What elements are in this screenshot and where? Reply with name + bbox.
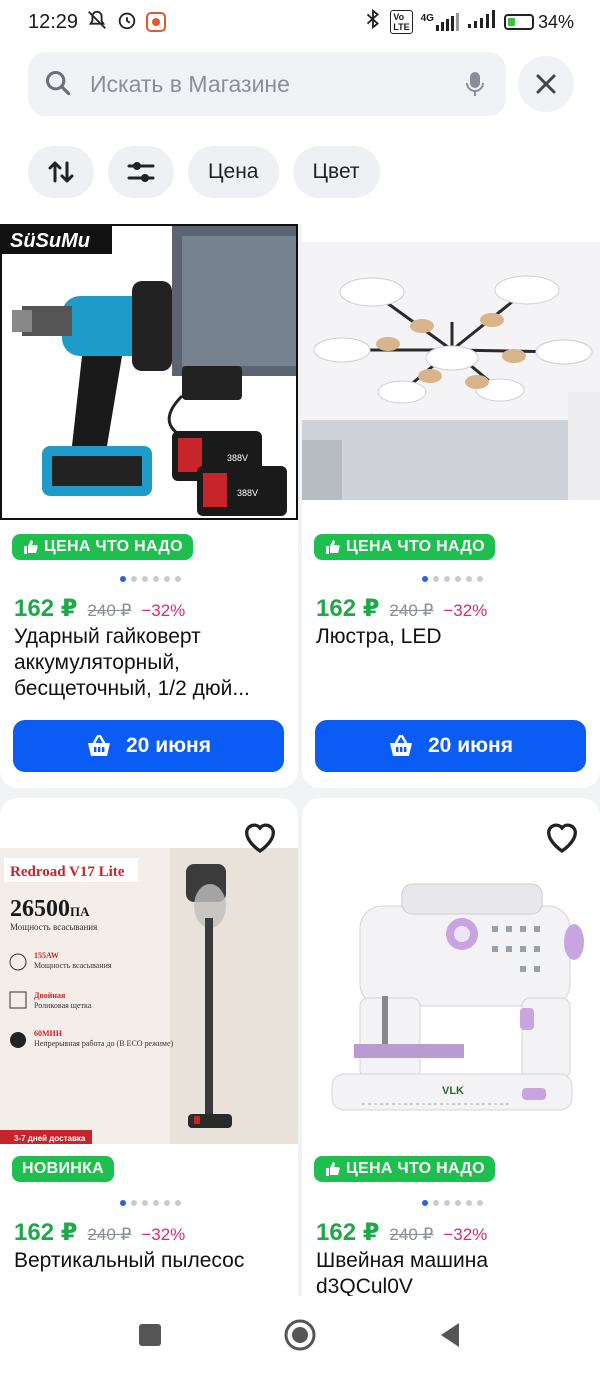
- color-filter-chip[interactable]: Цвет: [292, 146, 380, 198]
- svg-text:3-7 дней доставка: 3-7 дней доставка: [14, 1134, 86, 1143]
- svg-text:Двойная: Двойная: [34, 991, 66, 1000]
- image-pagination-dots: [422, 576, 483, 582]
- promo-badge: ЦЕНА ЧТО НАДО: [314, 534, 495, 560]
- status-time: 12:29: [28, 10, 79, 33]
- image-pagination-dots: [422, 1200, 483, 1206]
- image-pagination-dots: [120, 1200, 181, 1206]
- new-badge: НОВИНКА: [12, 1156, 115, 1182]
- product-image-chandelier[interactable]: [302, 242, 600, 500]
- sort-button[interactable]: [28, 146, 94, 198]
- discount: −32%: [443, 1225, 488, 1244]
- home-circle-icon: [284, 1319, 316, 1350]
- svg-text:155AW: 155AW: [34, 951, 59, 960]
- promo-badge: ЦЕНА ЧТО НАДО: [12, 534, 193, 560]
- product-card[interactable]: ЦЕНА ЧТО НАДО 162 ₽ 240 ₽ −32% Люстра, L…: [302, 224, 600, 788]
- square-recents-icon: [139, 1323, 161, 1346]
- product-image-vacuum[interactable]: Redroad V17 Lite 26500ПА Мощность всасыв…: [0, 848, 298, 1144]
- discount: −32%: [141, 1225, 186, 1244]
- delivery-date: 20 июня: [428, 734, 513, 757]
- discount: −32%: [443, 601, 488, 620]
- svg-text:Роликовая щетка: Роликовая щетка: [34, 1001, 92, 1010]
- thumbs-up-icon: [326, 1162, 340, 1176]
- discount: −32%: [141, 601, 186, 620]
- favorite-heart-icon[interactable]: [542, 816, 582, 856]
- alarm-icon: [116, 9, 138, 36]
- basket-icon: [88, 734, 110, 756]
- battery-indicator: 34%: [503, 11, 574, 33]
- signal-4g-icon: 4G: [421, 13, 460, 31]
- thumbs-up-icon: [24, 540, 38, 554]
- price-row: 162 ₽ 240 ₽ −32%: [316, 1218, 487, 1247]
- price-row: 162 ₽ 240 ₽ −32%: [14, 594, 185, 623]
- mute-icon: [86, 9, 108, 36]
- svg-text:Мощность всасывания: Мощность всасывания: [34, 961, 112, 970]
- close-icon: [536, 74, 556, 94]
- bluetooth-icon: [364, 8, 382, 36]
- back-button[interactable]: [430, 1315, 470, 1355]
- old-price: 240 ₽: [389, 601, 434, 620]
- battery-percent: 34%: [537, 11, 574, 32]
- filter-sliders-icon: [127, 162, 155, 182]
- product-title[interactable]: Вертикальный пылесос: [14, 1248, 280, 1274]
- status-bar: 12:29 Vo LTE 4G 34%: [0, 0, 600, 44]
- price-filter-chip[interactable]: Цена: [188, 146, 279, 198]
- svg-text:Мощность всасывания: Мощность всасывания: [10, 922, 97, 932]
- svg-text:388V: 388V: [237, 488, 258, 498]
- product-image-impact-wrench[interactable]: SüSuMu 388V 388V: [0, 224, 298, 520]
- svg-text:VLK: VLK: [442, 1085, 464, 1097]
- current-price: 162 ₽: [14, 595, 78, 622]
- current-price: 162 ₽: [316, 1219, 380, 1246]
- add-to-cart-button[interactable]: 20 июня: [13, 720, 284, 772]
- old-price: 240 ₽: [87, 601, 132, 620]
- product-title[interactable]: Люстра, LED: [316, 624, 582, 650]
- back-triangle-icon: [441, 1322, 459, 1347]
- close-button[interactable]: [518, 56, 574, 112]
- svg-text:Redroad V17 Lite: Redroad V17 Lite: [10, 864, 125, 880]
- search-header: Цена Цвет: [0, 44, 600, 224]
- delivery-date: 20 июня: [126, 734, 211, 757]
- favorite-heart-icon[interactable]: [240, 816, 280, 856]
- promo-badge: ЦЕНА ЧТО НАДО: [314, 1156, 495, 1182]
- price-row: 162 ₽ 240 ₽ −32%: [316, 594, 487, 623]
- svg-text:60МИН: 60МИН: [34, 1029, 63, 1038]
- product-title[interactable]: Швейная машина d3QCul0V: [316, 1248, 582, 1300]
- microphone-icon[interactable]: [460, 69, 490, 99]
- svg-text:388V: 388V: [227, 453, 248, 463]
- search-icon: [44, 69, 74, 99]
- current-price: 162 ₽: [316, 595, 380, 622]
- search-input[interactable]: [90, 70, 460, 98]
- system-nav-bar: [0, 1296, 600, 1373]
- product-card[interactable]: Redroad V17 Lite 26500ПА Мощность всасыв…: [0, 798, 298, 1318]
- home-button[interactable]: [280, 1315, 320, 1355]
- old-price: 240 ₽: [87, 1225, 132, 1244]
- svg-text:26500ПА: 26500ПА: [10, 896, 90, 922]
- product-card[interactable]: VLK ЦЕНА ЧТО НАДО 162 ₽ 240 ₽ −32% Швейн…: [302, 798, 600, 1318]
- product-title[interactable]: Ударный гайковерт аккумуляторный, бесщет…: [14, 624, 280, 702]
- filter-chips: Цена Цвет: [28, 146, 380, 198]
- svg-text:SüSuMu: SüSuMu: [10, 230, 90, 252]
- screen-record-icon: [146, 12, 167, 32]
- sort-icon: [48, 161, 74, 183]
- thumbs-up-icon: [326, 540, 340, 554]
- battery-icon: [503, 14, 534, 30]
- price-row: 162 ₽ 240 ₽ −32%: [14, 1218, 185, 1247]
- product-image-sewing-machine[interactable]: VLK: [302, 848, 600, 1144]
- add-to-cart-button[interactable]: 20 июня: [315, 720, 586, 772]
- old-price: 240 ₽: [389, 1225, 434, 1244]
- recents-button[interactable]: [130, 1315, 170, 1355]
- basket-icon: [390, 734, 412, 756]
- signal-icon: [467, 10, 496, 34]
- svg-text:Непрерывная работа до (В ECO р: Непрерывная работа до (В ECO режиме): [34, 1039, 174, 1048]
- filter-settings-button[interactable]: [108, 146, 174, 198]
- volte-icon: Vo LTE: [390, 10, 413, 34]
- current-price: 162 ₽: [14, 1219, 78, 1246]
- search-bar[interactable]: [28, 52, 506, 116]
- product-card[interactable]: SüSuMu 388V 388V ЦЕНА ЧТО НАДО 162 ₽ 240…: [0, 224, 298, 788]
- image-pagination-dots: [120, 576, 181, 582]
